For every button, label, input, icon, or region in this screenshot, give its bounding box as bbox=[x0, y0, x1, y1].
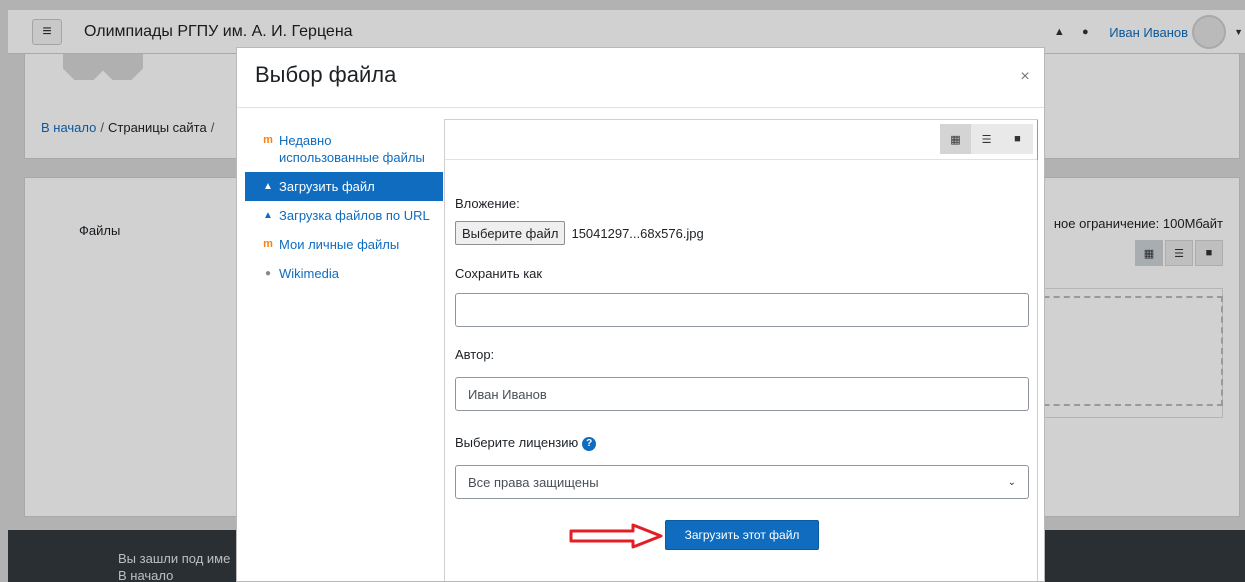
upload-form: Вложение: Выберите файл 15041297...68x57… bbox=[455, 196, 1029, 499]
save-as-label: Сохранить как bbox=[455, 266, 543, 281]
license-label: Выберите лицензию bbox=[455, 435, 579, 450]
repository-content-panel: ▦ ☰ ■ Вложение: Выберите файл 15041297..… bbox=[444, 119, 1038, 581]
list-view-icon[interactable]: ☰ bbox=[971, 124, 1002, 154]
chosen-file-name: 15041297...68x576.jpg bbox=[571, 225, 704, 241]
sidebar-item-label: Недавно использованные файлы bbox=[279, 133, 425, 165]
sidebar-item-label: Wikimedia bbox=[279, 266, 339, 281]
moodle-icon: m bbox=[263, 238, 273, 250]
sidebar-item-recent-files[interactable]: m Недавно использованные файлы bbox=[245, 126, 443, 172]
sidebar-item-private-files[interactable]: m Мои личные файлы bbox=[245, 230, 443, 259]
license-selected-value: Все права защищены bbox=[468, 474, 599, 490]
annotation-arrow bbox=[569, 523, 663, 549]
upload-icon: ▲ bbox=[263, 181, 273, 192]
modal-header: Выбор файла × bbox=[237, 48, 1044, 108]
sidebar-item-label: Загрузить файл bbox=[279, 179, 375, 194]
help-icon[interactable]: ? bbox=[582, 436, 597, 451]
sidebar-item-wikimedia[interactable]: ● Wikimedia bbox=[245, 259, 443, 288]
file-picker-dialog: Выбор файла × m Недавно использованные ф… bbox=[236, 47, 1045, 582]
sidebar-item-upload[interactable]: ▲ Загрузить файл bbox=[245, 172, 443, 201]
license-select[interactable]: Все права защищены ⌄ bbox=[455, 465, 1029, 499]
author-label: Автор: bbox=[455, 347, 495, 362]
save-as-input[interactable] bbox=[455, 293, 1029, 327]
author-value: Иван Иванов bbox=[468, 386, 547, 402]
file-input-row: Выберите файл 15041297...68x576.jpg bbox=[455, 221, 1029, 245]
choose-file-button[interactable]: Выберите файл bbox=[455, 221, 566, 245]
panel-divider bbox=[1037, 120, 1038, 160]
chevron-down-icon: ⌄ bbox=[1007, 476, 1016, 488]
wikimedia-icon: ● bbox=[264, 268, 272, 279]
folder-view-icon[interactable]: ■ bbox=[1002, 124, 1033, 154]
view-toggle: ▦ ☰ ■ bbox=[940, 124, 1033, 154]
panel-toolbar: ▦ ☰ ■ bbox=[445, 120, 1037, 160]
license-label-row: Выберите лицензию? bbox=[455, 435, 1029, 451]
repository-sidebar: m Недавно использованные файлы ▲ Загрузи… bbox=[245, 126, 443, 288]
author-input[interactable]: Иван Иванов bbox=[455, 377, 1029, 411]
close-icon[interactable]: × bbox=[1018, 69, 1032, 85]
url-download-icon: ▲ bbox=[263, 210, 273, 221]
attachment-label: Вложение: bbox=[455, 196, 520, 211]
moodle-icon: m bbox=[263, 134, 273, 146]
sidebar-item-url-download[interactable]: ▲ Загрузка файлов по URL bbox=[245, 201, 443, 230]
sidebar-item-label: Загрузка файлов по URL bbox=[279, 208, 430, 223]
upload-this-file-button[interactable]: Загрузить этот файл bbox=[665, 520, 819, 550]
modal-title: Выбор файла bbox=[255, 62, 397, 87]
sidebar-item-label: Мои личные файлы bbox=[279, 237, 400, 252]
grid-view-icon[interactable]: ▦ bbox=[940, 124, 971, 154]
